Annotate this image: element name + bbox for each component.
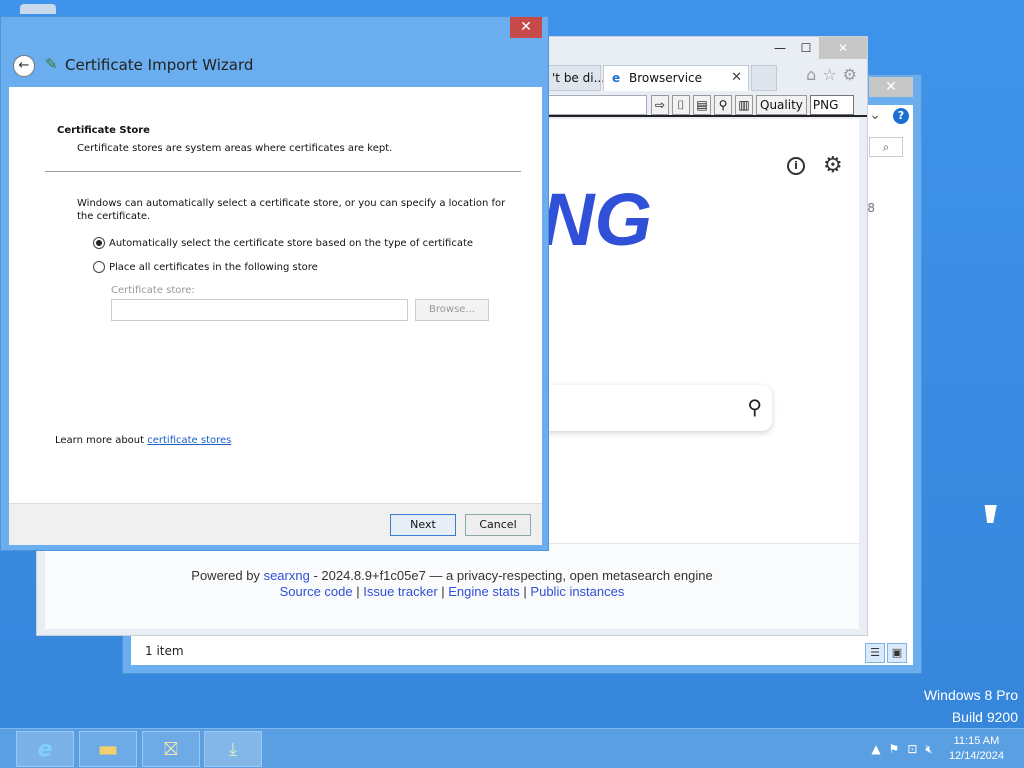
new-tab-button[interactable] <box>751 65 777 91</box>
searxng-link[interactable]: searxng <box>264 568 310 583</box>
show-hidden-icons-chevron-icon[interactable]: ▲ <box>871 742 880 756</box>
details-view-icon[interactable]: ☰ <box>865 643 885 663</box>
wizard-button-bar: Next Cancel <box>9 503 542 545</box>
taskbar: e ▬ ⛝ ⤓ ▲ ⚑ ⊡ 🔇︎ 11:15 AM 12/14/2024 <box>0 728 1024 768</box>
clock-time: 11:15 AM <box>953 735 1000 747</box>
volume-muted-icon[interactable]: 🔇︎ <box>925 742 933 757</box>
radio-button-auto[interactable] <box>93 237 105 249</box>
wizard-title: Certificate Import Wizard <box>65 56 254 74</box>
tab-other[interactable]: 't be di... <box>543 65 605 91</box>
windows-watermark: Windows 8 Pro Build 9200 <box>923 687 1018 725</box>
tab-close-icon[interactable]: ✕ <box>731 70 742 85</box>
clock-date: 12/14/2024 <box>948 750 1004 762</box>
certificate-stores-link[interactable]: certificate stores <box>147 435 231 446</box>
wizard-content: Certificate Store Certificate stores are… <box>9 87 542 503</box>
network-icon[interactable]: ⊡ <box>907 742 917 756</box>
recycle-bin-icon[interactable] <box>20 4 56 14</box>
browser-toolbar-icons: ⌂ ☆ ⚙ <box>806 65 857 84</box>
wizard-header: ← ✎ Certificate Import Wizard <box>9 49 529 85</box>
cancel-button[interactable]: Cancel <box>465 514 531 536</box>
settings-gear-icon[interactable]: ⚙ <box>843 65 857 84</box>
browser-close-button[interactable]: ✕ <box>819 37 867 59</box>
taskbar-file-explorer[interactable]: ▬ <box>79 731 137 767</box>
bookmark-icon[interactable]: ⌷ <box>672 95 690 115</box>
clock[interactable]: 11:15 AM 12/14/2024 <box>949 734 1004 764</box>
page-footer: Powered by searxng - 2024.8.9+f1c05e7 — … <box>45 543 859 629</box>
item-count: 1 item <box>145 644 184 658</box>
ie-icon: e <box>37 736 53 762</box>
browservice-controls: ⇨ ⌷ ▤ ⚲ ▥ Quality PNG <box>651 95 854 115</box>
tab-label: Browservice <box>628 71 703 85</box>
radio-button-manual[interactable] <box>93 261 105 273</box>
minimize-button[interactable]: — <box>767 37 793 59</box>
explorer-text-fragment: 8 <box>867 201 875 215</box>
divider <box>45 171 521 172</box>
large-icons-view-icon[interactable]: ▣ <box>887 643 907 663</box>
footer-line-1: Powered by searxng - 2024.8.9+f1c05e7 — … <box>191 568 713 583</box>
explorer-search-box[interactable]: ⌕ <box>869 137 903 157</box>
explorer-status-bar: 1 item <box>131 637 913 665</box>
radio-label-manual: Place all certificates in the following … <box>109 261 318 273</box>
taskbar-import-wizard[interactable]: ⤓ <box>204 731 262 767</box>
certificate-import-wizard: ✕ ← ✎ Certificate Import Wizard Certific… <box>0 16 549 551</box>
certificate-store-label: Certificate store: <box>111 285 195 296</box>
info-icon[interactable]: i <box>787 157 805 175</box>
desktop-background: ✕ ⌄ ? ⌕ 8 1 item ☰ ▣ — ☐ ✕ 't be di... e <box>0 0 1024 768</box>
search-icon: ⌕ <box>882 140 890 154</box>
go-arrow-icon[interactable]: ⇨ <box>651 95 669 115</box>
intro-text: Windows can automatically select a certi… <box>77 198 506 222</box>
tab-browservice[interactable]: e Browservice ✕ <box>603 65 749 91</box>
certificate-icon: ✎ <box>45 55 58 73</box>
quality-label: Quality <box>756 95 807 115</box>
wizard-close-button[interactable]: ✕ <box>510 17 542 38</box>
action-center-flag-icon[interactable]: ⚑ <box>889 742 900 756</box>
public-instances-link[interactable]: Public instances <box>530 584 624 599</box>
window-controls: — ☐ ✕ <box>767 37 867 59</box>
radio-auto-select[interactable]: Automatically select the certificate sto… <box>93 237 473 249</box>
chevron-down-icon[interactable]: ⌄ <box>869 107 881 123</box>
section-description: Certificate stores are system areas wher… <box>77 143 393 154</box>
ie-icon: e <box>612 71 621 85</box>
section-title: Certificate Store <box>57 125 150 136</box>
issue-tracker-link[interactable]: Issue tracker <box>363 584 437 599</box>
folder-icon: ▬ <box>97 736 119 762</box>
source-code-link[interactable]: Source code <box>280 584 353 599</box>
tab-label: 't be di... <box>552 71 606 85</box>
radio-label-auto: Automatically select the certificate sto… <box>109 237 474 249</box>
certificate-store-field[interactable] <box>111 299 408 321</box>
explorer-close-button[interactable]: ✕ <box>869 77 913 97</box>
certificate-wizard-icon: ⤓ <box>229 738 237 760</box>
taskbar-internet-explorer[interactable]: e <box>16 731 74 767</box>
view-toggle: ☰ ▣ <box>865 643 907 663</box>
quality-select[interactable]: PNG <box>809 95 854 115</box>
save-icon[interactable]: ▤ <box>693 95 711 115</box>
search-icon[interactable]: ⚲ <box>747 395 762 419</box>
browse-button[interactable]: Browse... <box>415 299 489 321</box>
taskbar-certificate-app[interactable]: ⛝ <box>142 731 200 767</box>
searxng-logo: NG <box>541 178 652 261</box>
next-button[interactable]: Next <box>390 514 456 536</box>
back-arrow-icon[interactable]: ← <box>13 55 35 77</box>
help-icon[interactable]: ? <box>893 108 909 124</box>
find-icon[interactable]: ⚲ <box>714 95 732 115</box>
engine-stats-link[interactable]: Engine stats <box>448 584 520 599</box>
maximize-button[interactable]: ☐ <box>793 37 819 59</box>
system-tray: ▲ ⚑ ⊡ 🔇︎ 11:15 AM 12/14/2024 <box>867 729 1024 768</box>
radio-place-in-store[interactable]: Place all certificates in the following … <box>93 261 318 273</box>
learn-more-text: Learn more about certificate stores <box>55 435 232 446</box>
certificate-error-icon: ⛝ <box>164 738 178 760</box>
favorites-star-icon[interactable]: ☆ <box>822 65 836 84</box>
footer-links: Source code | Issue tracker | Engine sta… <box>279 584 625 599</box>
preferences-gear-icon[interactable]: ⚙ <box>823 155 843 177</box>
clipboard-icon[interactable]: ▥ <box>735 95 753 115</box>
home-icon[interactable]: ⌂ <box>806 65 816 84</box>
mouse-cursor-icon <box>984 505 1000 523</box>
